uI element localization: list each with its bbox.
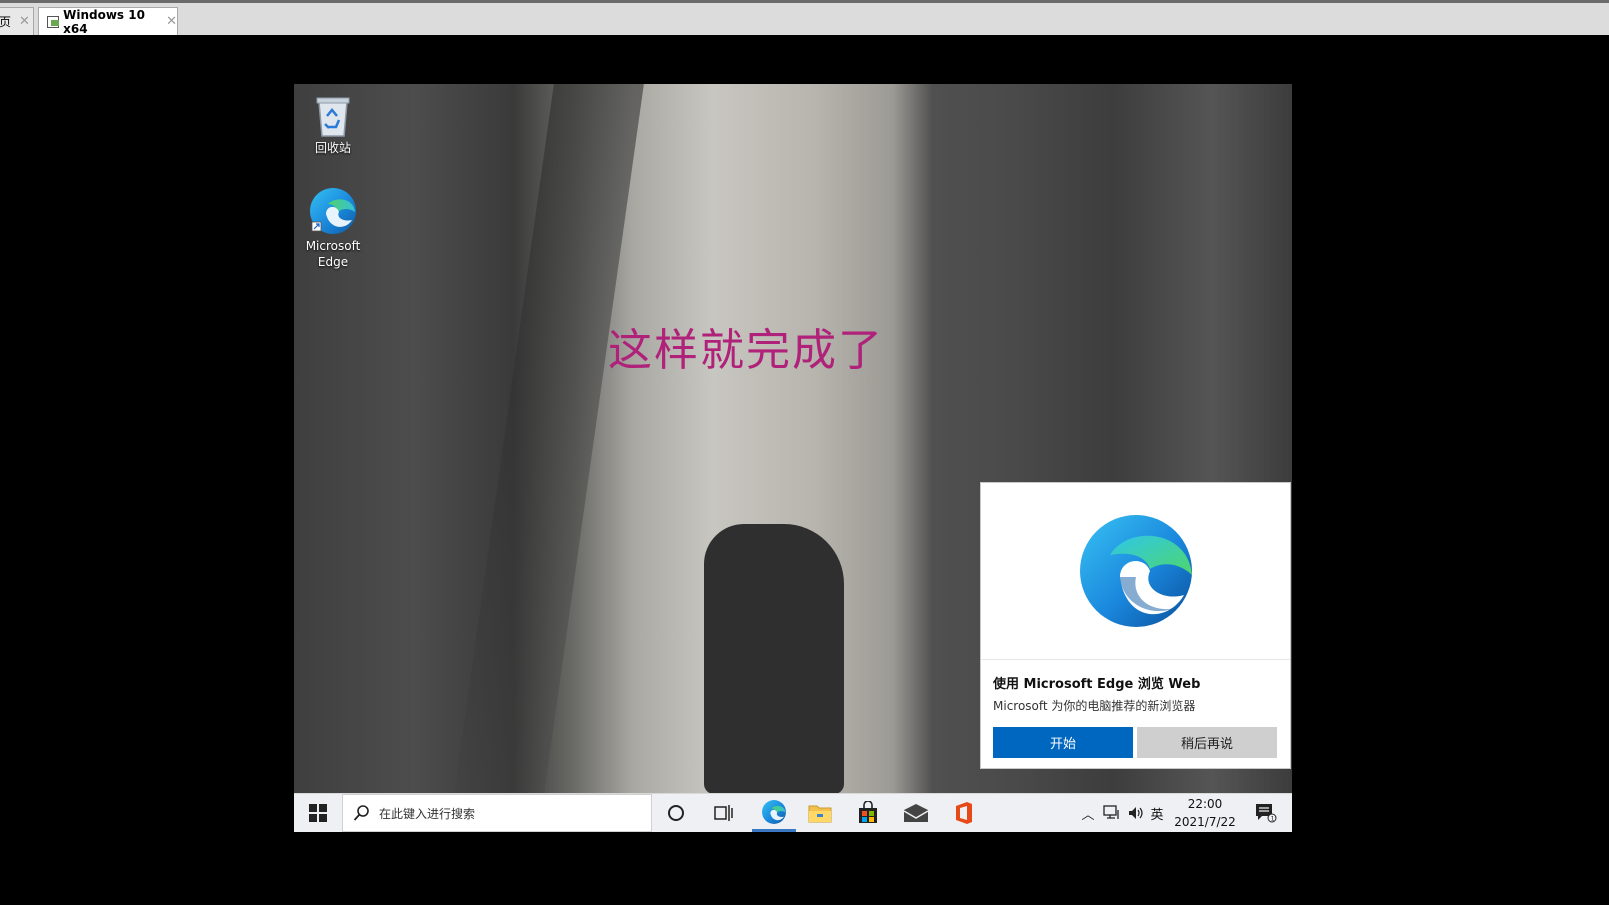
clock-date: 2021/7/22 <box>1174 815 1236 829</box>
later-button[interactable]: 稍后再说 <box>1137 727 1277 758</box>
close-icon[interactable]: ✕ <box>19 14 30 29</box>
task-view-button[interactable] <box>704 794 744 832</box>
divider <box>981 659 1290 660</box>
edge-promo-notification[interactable]: 使用 Microsoft Edge 浏览 Web Microsoft 为你的电脑… <box>980 482 1291 769</box>
show-hidden-icons-button[interactable]: ︿ <box>1078 794 1098 832</box>
desktop-icon-edge[interactable]: Microsoft Edge <box>294 186 372 270</box>
desktop-icon-recycle-bin[interactable]: 回收站 <box>294 94 372 156</box>
store-icon <box>859 801 877 823</box>
edge-logo-icon <box>1079 515 1192 627</box>
close-icon[interactable]: ✕ <box>166 14 177 29</box>
search-placeholder: 在此键入进行搜索 <box>379 806 476 821</box>
tab-label: 页 <box>0 15 12 29</box>
taskbar-app-office[interactable] <box>942 794 986 832</box>
notification-body: Microsoft 为你的电脑推荐的新浏览器 <box>993 699 1196 713</box>
taskbar-app-store[interactable] <box>846 794 890 832</box>
edge-icon <box>310 188 356 234</box>
notification-hero <box>981 483 1290 659</box>
taskbar-app-edge[interactable] <box>752 794 796 832</box>
windows-logo-icon <box>309 804 327 822</box>
taskbar-app-mail[interactable] <box>894 794 938 832</box>
desktop-icon-label: 回收站 <box>314 141 351 155</box>
notification-title: 使用 Microsoft Edge 浏览 Web <box>993 677 1201 692</box>
input-method-indicator[interactable]: 英 <box>1146 794 1168 832</box>
taskbar-app-file-explorer[interactable] <box>798 794 842 832</box>
tab-label: Windows 10 x64 <box>63 7 145 36</box>
overlay-caption: 这样就完成了 <box>608 325 884 376</box>
mail-icon <box>903 804 929 822</box>
recycle-bin-icon <box>316 97 350 137</box>
search-input[interactable]: 在此键入进行搜索 <box>342 794 652 832</box>
svg-text:1: 1 <box>1271 816 1275 823</box>
clock-time: 22:00 <box>1187 797 1223 811</box>
cortana-button[interactable] <box>656 794 696 832</box>
chevron-up-icon: ︿ <box>1081 807 1095 823</box>
office-icon <box>956 802 972 824</box>
action-center-button[interactable]: 1 <box>1248 794 1284 832</box>
network-icon <box>1103 805 1119 819</box>
vm-tab-strip: 页 ✕ Windows 10 x64 ✕ <box>0 0 1609 36</box>
wallpaper-rock <box>704 524 844 794</box>
vm-icon <box>47 15 60 28</box>
edge-icon <box>762 799 786 824</box>
search-icon <box>353 805 369 821</box>
notification-icon: 1 <box>1256 804 1277 823</box>
cortana-icon <box>668 805 684 821</box>
tab-home[interactable]: 页 ✕ <box>0 7 34 35</box>
desktop-icon-label: Microsoft Edge <box>305 239 361 269</box>
volume-tray-button[interactable] <box>1124 794 1148 832</box>
task-view-icon <box>714 805 733 821</box>
tab-windows-10-x64[interactable]: Windows 10 x64 ✕ <box>38 7 178 36</box>
start-button[interactable]: 开始 <box>993 727 1133 758</box>
start-button[interactable] <box>294 794 342 832</box>
windows-desktop[interactable]: 回收站 Microsoft Edge 这样就完成了 使用 Microsoft E… <box>294 84 1292 832</box>
clock[interactable]: 22:00 2021/7/22 <box>1168 794 1242 832</box>
file-explorer-icon <box>808 805 832 823</box>
volume-icon <box>1129 807 1143 819</box>
wallpaper-shadow <box>454 84 644 794</box>
network-tray-button[interactable] <box>1100 794 1124 832</box>
taskbar: 在此键入进行搜索 ︿ 英 22:00 2021/7/22 1 <box>294 793 1292 832</box>
